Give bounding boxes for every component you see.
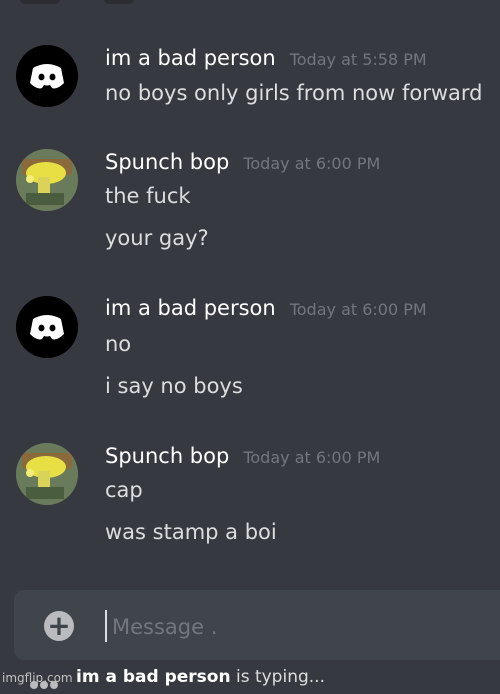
spongebob-avatar[interactable] (16, 443, 78, 505)
timestamp: Today at 6:00 PM (243, 448, 381, 467)
author-name[interactable]: im a bad person Today at 5:58 PM (105, 46, 427, 70)
plus-icon: + (47, 609, 71, 642)
message-text: was stamp a boi (105, 520, 277, 544)
typing-suffix: is typing... (230, 667, 325, 687)
watermark: imgflip.com (2, 671, 73, 685)
discord-logo-icon[interactable] (16, 45, 78, 107)
message-composer: + (14, 590, 500, 660)
author-label: im a bad person (105, 296, 276, 320)
message-text: cap (105, 478, 143, 502)
timestamp: Today at 6:00 PM (289, 300, 427, 319)
timestamp: Today at 5:58 PM (289, 50, 427, 69)
message-text: no boys only girls from now forward (105, 81, 483, 105)
discord-logo-icon[interactable] (16, 296, 78, 358)
author-label: Spunch bop (105, 444, 230, 468)
author-label: im a bad person (105, 46, 276, 70)
previous-message-fragment (0, 0, 500, 14)
typing-user: im a bad person (76, 667, 231, 687)
author-label: Spunch bop (105, 150, 230, 174)
message-text: i say no boys (105, 374, 243, 398)
spongebob-avatar[interactable] (16, 149, 78, 211)
author-name[interactable]: Spunch bop Today at 6:00 PM (105, 444, 380, 468)
timestamp: Today at 6:00 PM (243, 154, 381, 173)
author-name[interactable]: Spunch bop Today at 6:00 PM (105, 150, 380, 174)
typing-text: im a bad person is typing... (76, 667, 325, 687)
message-text: the fuck (105, 184, 191, 208)
text-caret (105, 610, 107, 642)
message-input[interactable] (110, 604, 474, 650)
message-text: your gay? (105, 226, 209, 250)
typing-indicator: im a bad person is typing... (0, 664, 500, 689)
add-attachment-button[interactable]: + (44, 611, 74, 641)
message-text: no (105, 332, 132, 356)
author-name[interactable]: im a bad person Today at 6:00 PM (105, 296, 427, 320)
